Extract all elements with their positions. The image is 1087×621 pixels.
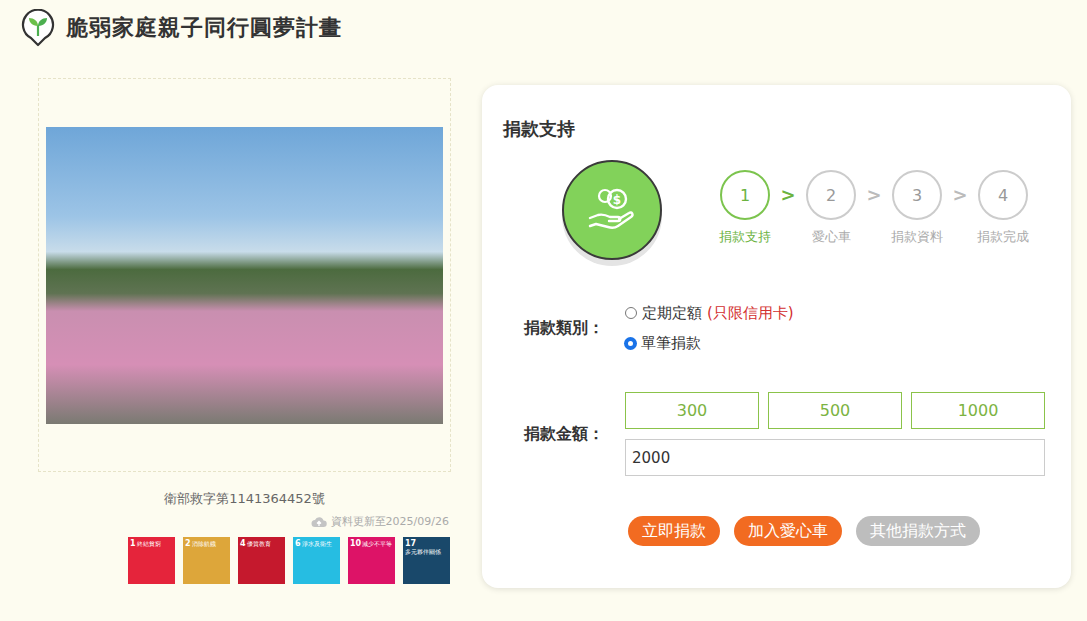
step-label: 捐款支持: [719, 228, 771, 246]
sdg-number: 2: [185, 540, 191, 548]
radio-button[interactable]: [625, 307, 637, 319]
main-content: 衛部救字第1141364452號資料更新至2025/09/261終結貧窮2消除飢…: [0, 47, 1087, 588]
sdg-number: 4: [240, 540, 246, 548]
amount-button[interactable]: 300: [625, 392, 759, 429]
step-arrow: >: [777, 170, 799, 220]
sdg-number: 1: [130, 540, 136, 548]
sdg-number: 17: [405, 540, 416, 548]
donation-type-options: 定期定額 (只限信用卡) 單筆捐款: [625, 298, 1045, 358]
option-label[interactable]: 單筆捐款: [641, 334, 701, 353]
step-circle: 1: [720, 170, 770, 220]
sdg-number: 10: [350, 540, 361, 548]
step-item: 2 愛心車: [799, 170, 863, 246]
donation-card: 捐款支持 $1 捐款支持 >2 愛心車 >3 捐款資料 >4 捐款完成捐款類別： 定期定額 (只限信…: [482, 85, 1071, 588]
sdg-label: 消除飢餓: [192, 541, 216, 548]
action-buttons: 立即捐款加入愛心車其他捐款方式: [628, 516, 1050, 546]
step-item: 1 捐款支持: [713, 170, 777, 246]
sdg-tile[interactable]: 6淨水及衛生: [293, 537, 340, 584]
amount-button[interactable]: 1000: [911, 392, 1045, 429]
step-arrow: >: [949, 170, 971, 220]
step-circle: 3: [892, 170, 942, 220]
sdg-tile[interactable]: 17多元夥伴關係: [403, 537, 450, 584]
amount-button[interactable]: 500: [768, 392, 902, 429]
donation-type-option[interactable]: 定期定額 (只限信用卡): [625, 298, 1045, 328]
svg-text:$: $: [613, 193, 621, 207]
sprout-logo-icon: [20, 9, 56, 47]
amount-box: 3005001000: [625, 392, 1045, 476]
donation-title: 捐款支持: [503, 117, 1050, 141]
radio-button[interactable]: [625, 338, 636, 349]
update-date: 資料更新至2025/09/26: [38, 514, 451, 529]
sdg-number: 6: [295, 540, 301, 548]
step-circle: 2: [806, 170, 856, 220]
photo-frame: [38, 78, 451, 472]
donation-type-label: 捐款類別：: [503, 318, 625, 339]
progress-row: $1 捐款支持 >2 愛心車 >3 捐款資料 >4 捐款完成: [503, 160, 1050, 260]
sdg-label: 優質教育: [247, 541, 271, 548]
sdg-list: 1終結貧窮2消除飢餓4優質教育6淨水及衛生10減少不平等17多元夥伴關係: [38, 537, 451, 584]
project-photo: [46, 127, 443, 424]
update-text: 資料更新至2025/09/26: [331, 514, 449, 529]
donation-badge: $: [562, 160, 662, 260]
sdg-tile[interactable]: 2消除飢餓: [183, 537, 230, 584]
donation-type-option[interactable]: 單筆捐款: [625, 328, 1045, 358]
step-item: 4 捐款完成: [971, 170, 1035, 246]
project-info: 衛部救字第1141364452號資料更新至2025/09/261終結貧窮2消除飢…: [38, 78, 451, 588]
step-circle: 4: [978, 170, 1028, 220]
sdg-label: 多元夥伴關係: [405, 549, 441, 556]
cloud-upload-icon: [311, 516, 327, 528]
donation-type-row: 捐款類別： 定期定額 (只限信用卡) 單筆捐款: [503, 298, 1050, 358]
sdg-label: 終結貧窮: [137, 541, 161, 548]
sdg-tile[interactable]: 4優質教育: [238, 537, 285, 584]
step-item: 3 捐款資料: [885, 170, 949, 246]
page-header: 脆弱家庭親子同行圓夢計畫: [0, 0, 1087, 47]
step-indicator: 1 捐款支持 >2 愛心車 >3 捐款資料 >4 捐款完成: [713, 170, 1035, 246]
sdg-tile[interactable]: 10減少不平等: [348, 537, 395, 584]
step-label: 捐款資料: [891, 228, 943, 246]
sdg-tile[interactable]: 1終結貧窮: [128, 537, 175, 584]
step-label: 愛心車: [812, 228, 851, 246]
sdg-label: 減少不平等: [362, 541, 392, 548]
action-button[interactable]: 立即捐款: [628, 516, 720, 546]
amount-options: 3005001000: [625, 392, 1045, 429]
donation-amount-label: 捐款金額：: [503, 424, 625, 445]
option-note: (只限信用卡): [707, 304, 794, 323]
license-number: 衛部救字第1141364452號: [38, 490, 451, 508]
amount-input[interactable]: [625, 439, 1045, 476]
page-title: 脆弱家庭親子同行圓夢計畫: [66, 13, 342, 43]
action-button[interactable]: 其他捐款方式: [856, 516, 980, 546]
action-button[interactable]: 加入愛心車: [734, 516, 842, 546]
donation-amount-row: 捐款金額：3005001000: [503, 392, 1050, 476]
sdg-label: 淨水及衛生: [302, 541, 332, 548]
option-label[interactable]: 定期定額: [642, 304, 702, 323]
step-label: 捐款完成: [977, 228, 1029, 246]
hand-coin-icon: $: [584, 182, 640, 238]
step-arrow: >: [863, 170, 885, 220]
